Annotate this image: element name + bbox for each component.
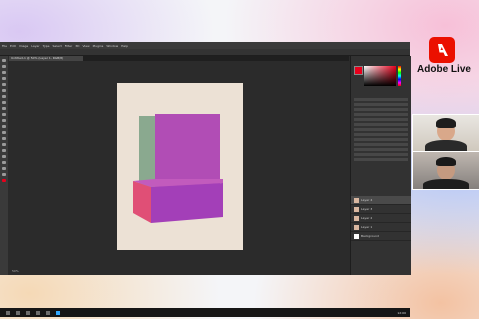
person-body [423, 179, 469, 189]
shape-tool-icon[interactable] [2, 161, 6, 164]
menu-item-window[interactable]: Window [106, 44, 118, 48]
menu-item-image[interactable]: Image [19, 44, 28, 48]
path-select-icon[interactable] [2, 155, 6, 158]
right-panels: Layer 4 Layer 3 Layer 2 Layer 1 Backgrou… [350, 56, 411, 275]
document-canvas[interactable] [117, 83, 243, 250]
layer-name: Layer 3 [361, 207, 373, 211]
property-row[interactable] [354, 103, 408, 106]
menu-item-edit[interactable]: Edit [10, 44, 16, 48]
layer-name: Layer 2 [361, 216, 373, 220]
tools-panel [0, 56, 8, 275]
pen-tool-icon[interactable] [2, 143, 6, 146]
tall-box-front-face [155, 114, 220, 187]
webcam-host-2 [412, 151, 479, 190]
photoshop-icon[interactable] [56, 310, 60, 315]
taskview-icon[interactable] [26, 310, 30, 315]
menu-item-help[interactable]: Help [121, 44, 128, 48]
menu-bar: File Edit Image Layer Type Select Filter… [0, 42, 410, 49]
person-hair [436, 118, 456, 128]
hand-tool-icon[interactable] [2, 167, 6, 170]
property-row[interactable] [354, 158, 408, 161]
start-icon[interactable] [6, 310, 10, 315]
layers-panel: Layer 4 Layer 3 Layer 2 Layer 1 Backgrou… [351, 196, 411, 241]
marquee-tool-icon[interactable] [2, 65, 6, 68]
menu-item-file[interactable]: File [2, 44, 7, 48]
options-bar [0, 49, 410, 56]
stamp-tool-icon[interactable] [2, 107, 6, 110]
search-icon[interactable] [16, 310, 20, 315]
lasso-tool-icon[interactable] [2, 71, 6, 74]
eraser-tool-icon[interactable] [2, 119, 6, 122]
webcam-host-1 [412, 114, 479, 153]
property-row[interactable] [354, 143, 408, 146]
menu-item-select[interactable]: Select [53, 44, 62, 48]
tall-box-left-face [139, 116, 155, 187]
layer-row[interactable]: Layer 2 [351, 214, 411, 223]
property-row[interactable] [354, 138, 408, 141]
layer-name: Layer 1 [361, 225, 373, 229]
layer-thumbnail [354, 233, 359, 239]
menu-item-layer[interactable]: Layer [31, 44, 39, 48]
zoom-tool-icon[interactable] [2, 173, 6, 176]
select-tool-icon[interactable] [2, 77, 6, 80]
adobe-live-title: Adobe Live [417, 64, 471, 75]
color-picker-field[interactable] [364, 66, 396, 86]
blur-tool-icon[interactable] [2, 131, 6, 134]
move-tool-icon[interactable] [2, 59, 6, 62]
layer-row[interactable]: Layer 4 [351, 196, 411, 205]
explorer-icon[interactable] [36, 310, 40, 315]
dodge-tool-icon[interactable] [2, 137, 6, 140]
property-row[interactable] [354, 113, 408, 116]
properties-panel [354, 96, 408, 163]
property-row[interactable] [354, 98, 408, 101]
menu-item-plugins[interactable]: Plugins [93, 44, 104, 48]
property-row[interactable] [354, 128, 408, 131]
type-tool-icon[interactable] [2, 149, 6, 152]
history-brush-icon[interactable] [2, 113, 6, 116]
layer-thumbnail [354, 197, 359, 203]
layer-thumbnail [354, 215, 359, 221]
property-row[interactable] [354, 133, 408, 136]
property-row[interactable] [354, 148, 408, 151]
eyedropper-tool-icon[interactable] [2, 89, 6, 92]
base-front-face [151, 183, 223, 223]
hue-slider[interactable] [398, 66, 401, 86]
layer-thumbnail [354, 224, 359, 230]
property-row[interactable] [354, 118, 408, 121]
windows-taskbar: 12:00 [0, 308, 410, 317]
document-tab[interactable]: Untitled-1 @ 50% (Layer 1, RGB/8) [9, 56, 83, 61]
browser-icon[interactable] [46, 310, 50, 315]
box-artwork [133, 114, 223, 223]
property-row[interactable] [354, 108, 408, 111]
menu-item-view[interactable]: View [82, 44, 89, 48]
layer-name: Layer 4 [361, 198, 373, 202]
base-side-face [133, 181, 151, 223]
adobe-logo-icon [438, 44, 448, 56]
gradient-tool-icon[interactable] [2, 125, 6, 128]
document-tab-bar: Untitled-1 @ 50% (Layer 1, RGB/8) [9, 56, 349, 61]
property-row[interactable] [354, 153, 408, 156]
healing-tool-icon[interactable] [2, 95, 6, 98]
layer-name: Background [361, 234, 379, 238]
menu-item-3d[interactable]: 3D [75, 44, 79, 48]
property-row[interactable] [354, 123, 408, 126]
status-bar: 50% [9, 268, 349, 275]
layer-row[interactable]: Background [351, 232, 411, 241]
brush-tool-icon[interactable] [2, 101, 6, 104]
color-swatch[interactable] [354, 66, 363, 75]
photoshop-window: File Edit Image Layer Type Select Filter… [0, 42, 411, 317]
person-hair [436, 157, 456, 166]
menu-item-filter[interactable]: Filter [65, 44, 72, 48]
clock: 12:00 [397, 310, 406, 315]
adobe-live-logo-icon [429, 37, 455, 63]
crop-tool-icon[interactable] [2, 83, 6, 86]
layer-row[interactable]: Layer 3 [351, 205, 411, 214]
foreground-color-swatch[interactable] [2, 179, 6, 182]
layer-thumbnail [354, 206, 359, 212]
menu-item-type[interactable]: Type [43, 44, 50, 48]
layer-row[interactable]: Layer 1 [351, 223, 411, 232]
